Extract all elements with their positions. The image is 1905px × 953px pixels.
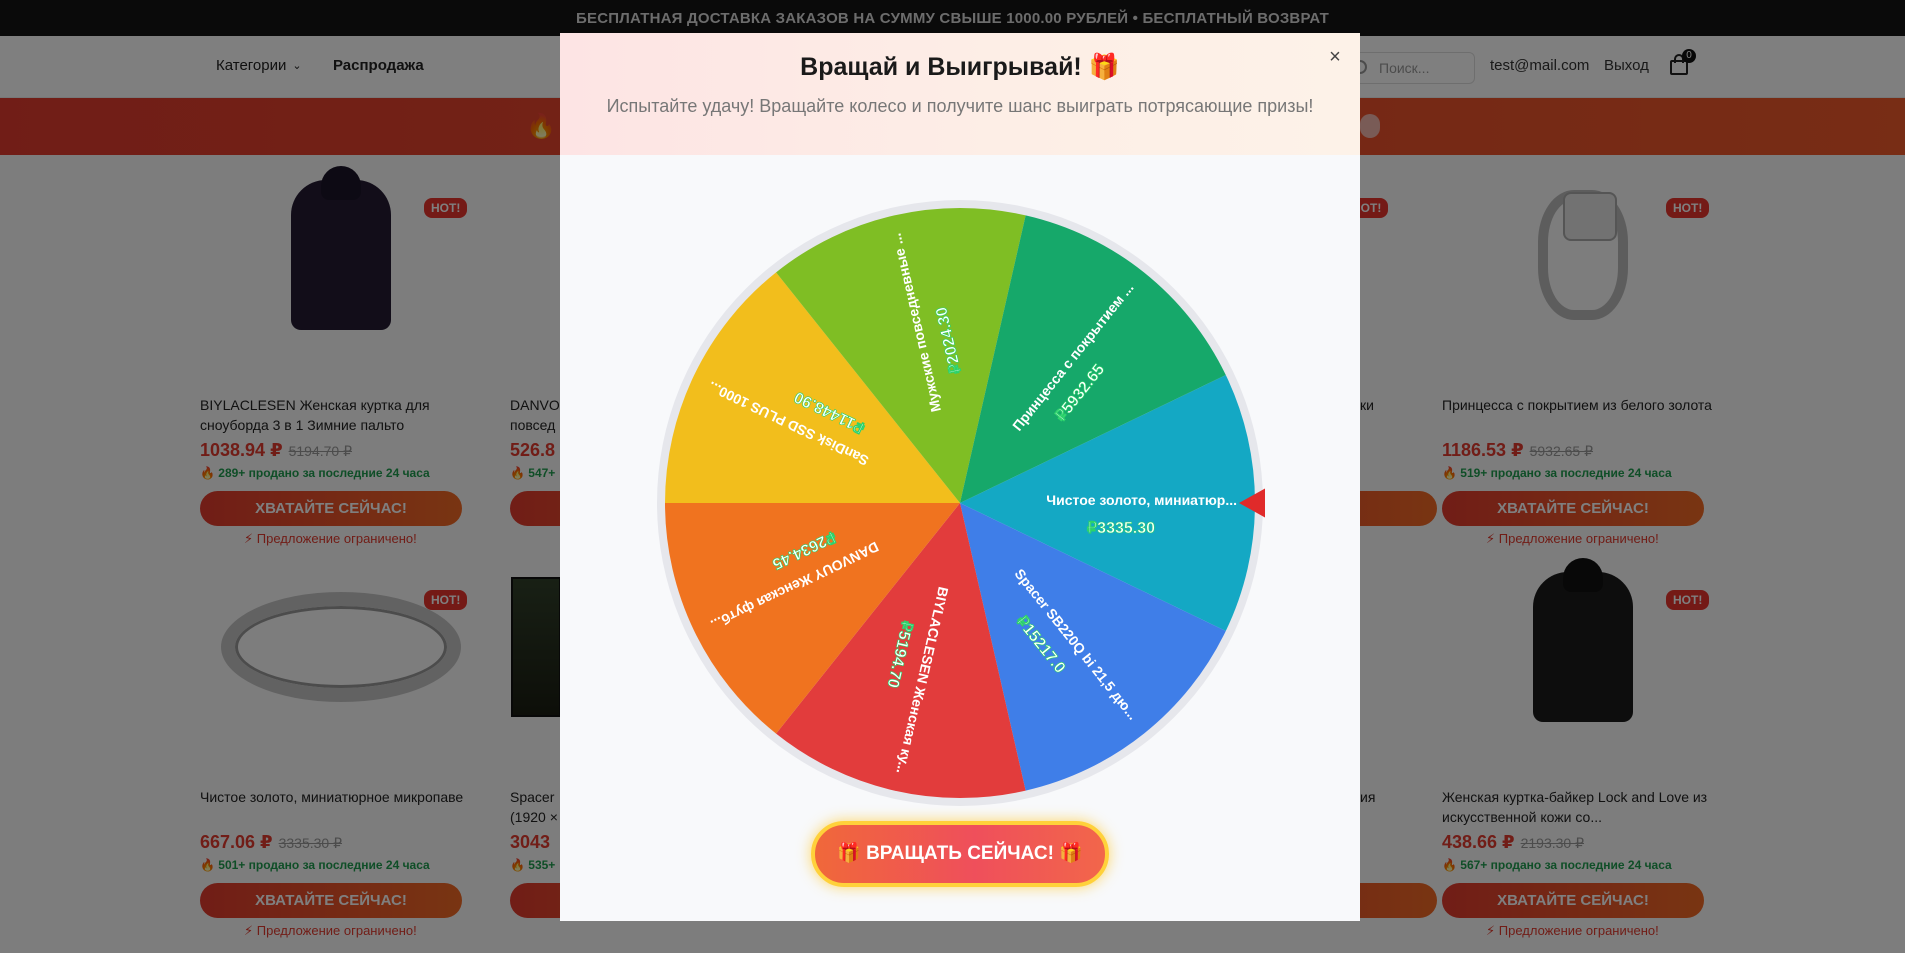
prize-wheel[interactable]: Чистое золото, миниатюр...₽3335.30Spacer…: [655, 198, 1265, 808]
segment-name: Чистое золото, миниатюр...: [1046, 492, 1237, 508]
modal-subtitle: Испытайте удачу! Вращайте колесо и получ…: [606, 96, 1314, 116]
modal-header: Вращай и Выигрывай! 🎁 Испытайте удачу! В…: [560, 33, 1360, 155]
segment-price: ₽3335.30: [1087, 520, 1155, 537]
spin-wheel-modal: Вращай и Выигрывай! 🎁 Испытайте удачу! В…: [560, 33, 1360, 921]
close-icon[interactable]: ×: [1323, 45, 1347, 69]
spin-now-button[interactable]: 🎁 ВРАЩАТЬ СЕЙЧАС! 🎁: [811, 821, 1109, 887]
modal-title: Вращай и Выигрывай! 🎁: [800, 53, 1120, 81]
